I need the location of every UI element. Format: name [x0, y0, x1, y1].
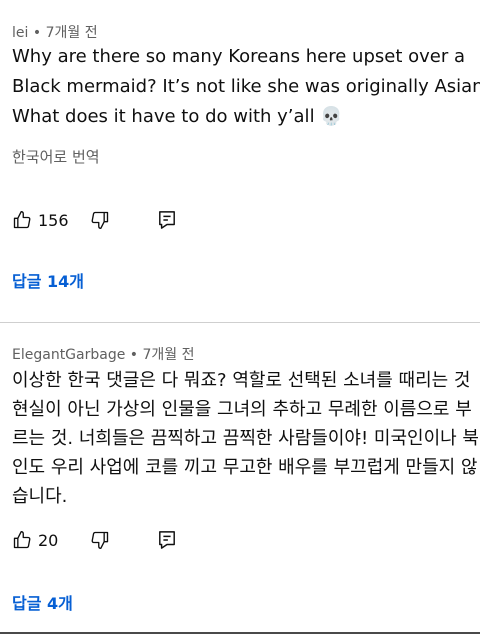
comment-line: 인도 우리 사업에 코를 끼고 무고한 배우를 부끄럽게 만들지 않: [12, 457, 478, 478]
like-button[interactable]: 156: [12, 206, 69, 234]
replies-link[interactable]: 답글 4개: [12, 590, 73, 614]
bottom-divider: [0, 632, 480, 634]
reply-icon: [158, 530, 176, 550]
like-button[interactable]: 20: [12, 526, 58, 554]
like-count: 156: [38, 210, 69, 230]
comment-line: 이상한 한국 댓글은 다 뭐죠? 역할로 선택된 소녀를 때리는 것: [12, 370, 471, 391]
comment-line: Why are there so many Koreans here upset…: [12, 46, 465, 67]
replies-link[interactable]: 답글 14개: [12, 268, 84, 292]
reply-icon: [158, 210, 176, 230]
dislike-button[interactable]: [90, 526, 110, 554]
comment-line: 르는 것. 너희들은 끔찍하고 끔찍한 사람들이야! 미국인이나 북: [12, 428, 479, 449]
comment-text: Why are there so many Koreans here upset…: [12, 42, 480, 132]
comment-line: Black mermaid? It’s not like she was ori…: [12, 76, 480, 97]
comment-time[interactable]: 7개월 전: [143, 347, 195, 363]
thumbs-up-icon: [12, 210, 32, 230]
thumbs-down-icon: [90, 210, 110, 230]
thumbs-down-icon: [90, 530, 110, 550]
comment-line: What does it have to do with y’all 💀: [12, 106, 343, 127]
meta-separator: •: [129, 347, 139, 363]
comment-text: 이상한 한국 댓글은 다 뭐죠? 역할로 선택된 소녀를 때리는 것 현실이 아…: [12, 366, 479, 511]
reply-button[interactable]: [158, 206, 176, 234]
comment-line: 습니다.: [12, 486, 68, 507]
comment-author[interactable]: ElegantGarbage: [12, 347, 125, 363]
comment-meta: lei • 7개월 전: [12, 22, 98, 42]
translate-link[interactable]: 한국어로 번역: [12, 146, 100, 167]
comment-line: 현실이 아닌 가상의 인물을 그녀의 추하고 무례한 이름으로 부: [12, 399, 472, 420]
comment-actions: 156: [12, 206, 212, 234]
comment-time[interactable]: 7개월 전: [46, 25, 98, 41]
dislike-button[interactable]: [90, 206, 110, 234]
comment-author[interactable]: lei: [12, 25, 28, 41]
reply-button[interactable]: [158, 526, 176, 554]
thumbs-up-icon: [12, 530, 32, 550]
comment-divider: [0, 322, 480, 323]
comment-actions: 20: [12, 526, 212, 554]
meta-separator: •: [32, 25, 42, 41]
comment-meta: ElegantGarbage • 7개월 전: [12, 344, 195, 364]
like-count: 20: [38, 530, 59, 550]
